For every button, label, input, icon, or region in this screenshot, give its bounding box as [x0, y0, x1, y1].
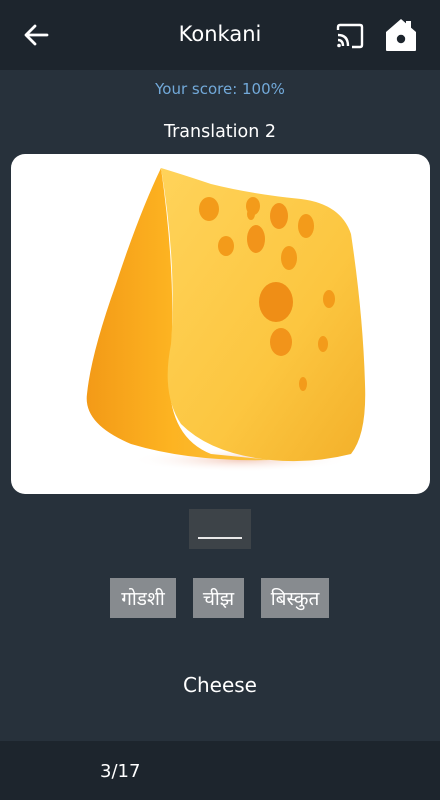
score-label: Your score: 100%	[155, 80, 285, 98]
option-label: गोडशी	[121, 588, 165, 610]
home-button[interactable]	[384, 17, 418, 53]
option-button[interactable]: बिस्कुत	[261, 578, 329, 618]
option-button[interactable]: चीझ	[193, 578, 244, 618]
english-word: Cheese	[183, 673, 257, 697]
app-screen: Konkani Your score: 100% Translation 2 ग…	[0, 0, 440, 800]
option-label: चीझ	[202, 588, 235, 610]
page-title: Konkani	[178, 22, 262, 46]
cheese-image	[11, 154, 430, 494]
cast-button[interactable]	[334, 21, 366, 51]
top-app-bar: Konkani	[0, 0, 440, 70]
answer-blank[interactable]	[189, 509, 251, 549]
exercise-title: Translation 2	[163, 122, 277, 142]
answer-underline	[198, 537, 242, 539]
option-button[interactable]: गोडशी	[110, 578, 176, 618]
home-icon	[386, 19, 416, 51]
bottom-bar: 3/17	[0, 741, 440, 800]
answer-options: गोडशी चीझ बिस्कुत	[0, 578, 440, 618]
cast-icon	[336, 23, 364, 49]
option-label: बिस्कुत	[270, 588, 320, 610]
progress-counter: 3/17	[100, 761, 141, 782]
